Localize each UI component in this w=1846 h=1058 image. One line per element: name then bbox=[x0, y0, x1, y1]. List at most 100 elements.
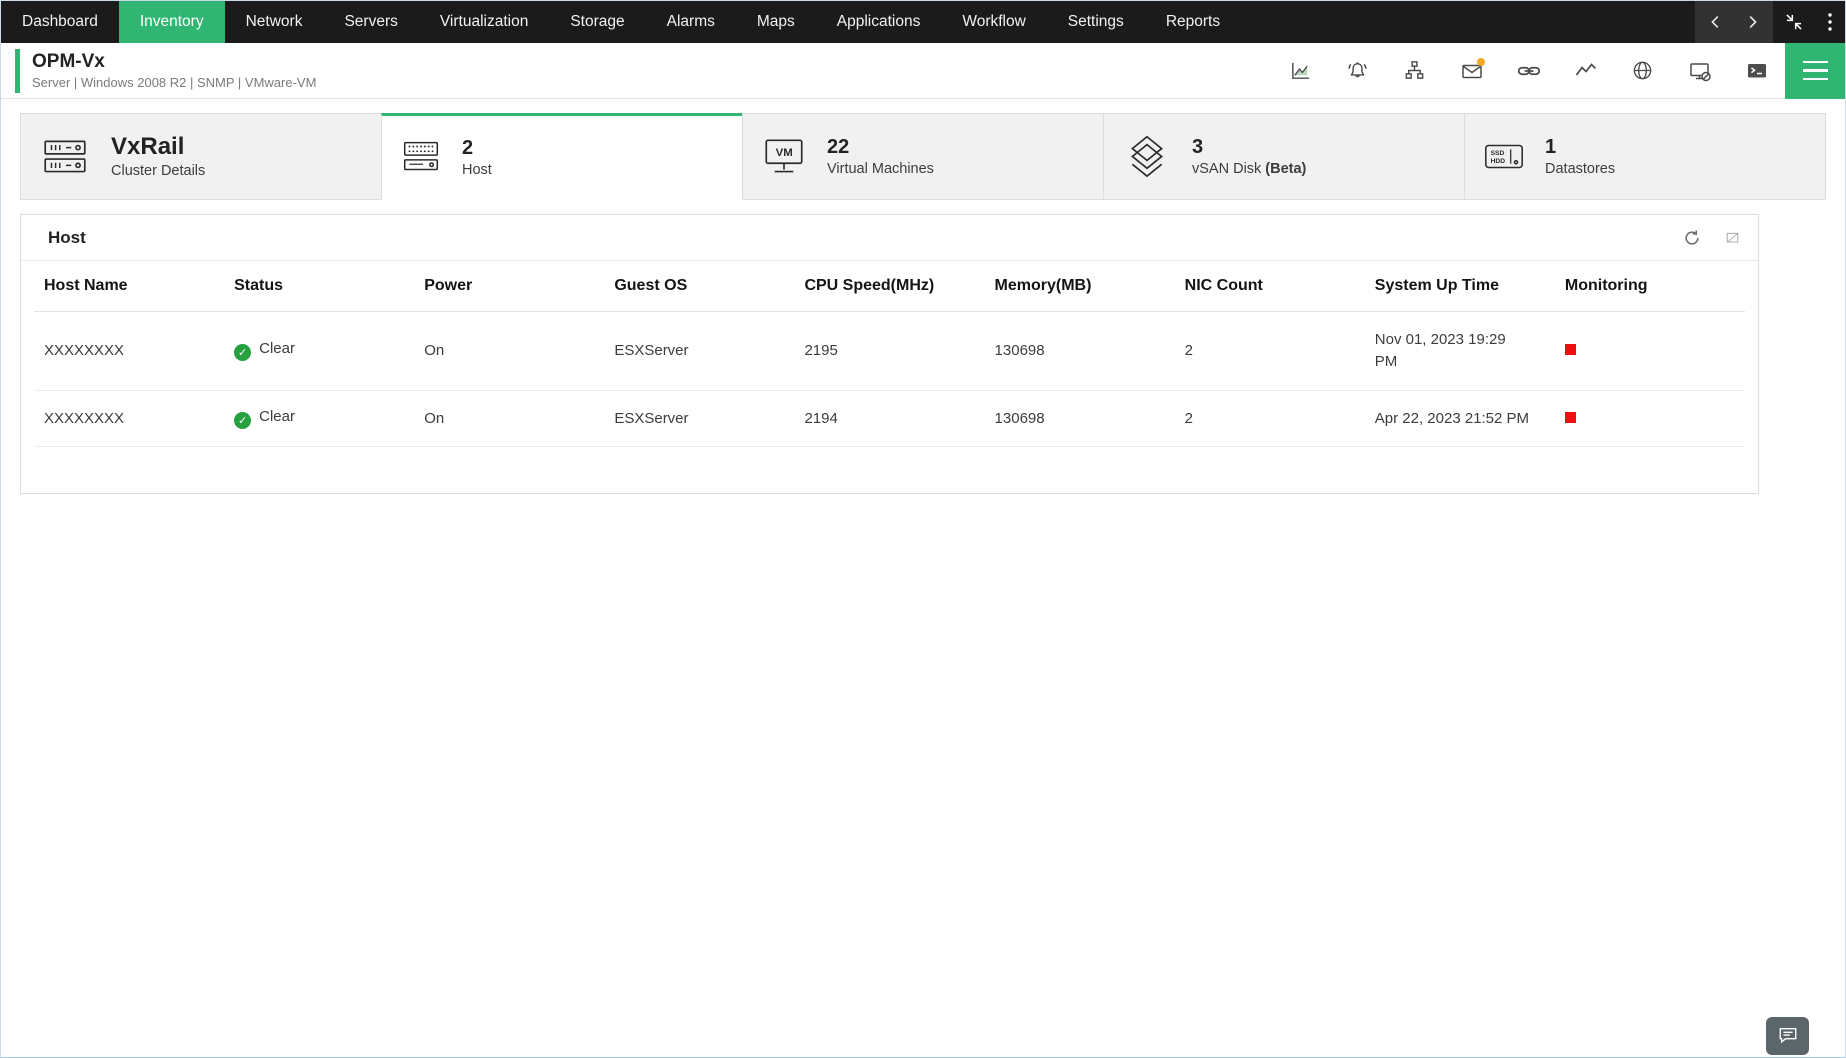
monitoring-alert-indicator bbox=[1565, 412, 1576, 423]
refresh-icon[interactable] bbox=[1683, 229, 1701, 247]
host-icon bbox=[398, 133, 444, 183]
status-cell: ✓Clear bbox=[224, 390, 414, 447]
sparkline-icon[interactable] bbox=[1557, 43, 1614, 99]
tab-label: Datastores bbox=[1545, 161, 1615, 177]
cpu-speed-cell: 2195 bbox=[794, 312, 984, 391]
nav-item-storage[interactable]: Storage bbox=[549, 1, 645, 43]
monitoring-cell bbox=[1555, 312, 1745, 391]
column-header-status: Status bbox=[224, 261, 414, 312]
tab-title: VxRail bbox=[111, 134, 205, 160]
nav-item-dashboard[interactable]: Dashboard bbox=[1, 1, 119, 43]
datastore-icon: SSD HDD bbox=[1481, 132, 1527, 182]
nav-item-reports[interactable]: Reports bbox=[1145, 1, 1241, 43]
status-clear-icon: ✓ bbox=[234, 344, 251, 361]
cluster-icon bbox=[37, 132, 93, 182]
monitor-disabled-icon[interactable] bbox=[1671, 43, 1728, 99]
back-chevron-icon[interactable] bbox=[1707, 13, 1725, 31]
column-header-nic-count: NIC Count bbox=[1175, 261, 1365, 312]
tab-vsan-disk[interactable]: 3 vSAN Disk(Beta) bbox=[1103, 113, 1465, 200]
system-up-time-cell: Apr 22, 2023 21:52 PM bbox=[1365, 390, 1555, 447]
vm-icon: VM bbox=[759, 132, 809, 182]
panel-actions bbox=[1683, 229, 1740, 247]
kebab-menu-icon[interactable] bbox=[1815, 1, 1845, 43]
host-name-cell: XXXXXXXX bbox=[34, 390, 224, 447]
menu-button[interactable] bbox=[1785, 43, 1845, 99]
monitoring-alert-indicator bbox=[1565, 344, 1576, 355]
tab-cluster-details[interactable]: VxRail Cluster Details bbox=[20, 113, 382, 200]
nav-item-applications[interactable]: Applications bbox=[816, 1, 942, 43]
status-cell: ✓Clear bbox=[224, 312, 414, 391]
host-name-cell: XXXXXXXX bbox=[34, 312, 224, 391]
table-row[interactable]: XXXXXXXX ✓Clear On ESXServer 2195 130698… bbox=[34, 312, 1745, 391]
svg-text:SSD: SSD bbox=[1491, 150, 1505, 157]
vsan-disk-icon bbox=[1120, 130, 1174, 184]
power-cell: On bbox=[414, 390, 604, 447]
column-header-guest-os: Guest OS bbox=[604, 261, 794, 312]
nav-item-servers[interactable]: Servers bbox=[323, 1, 418, 43]
device-header: OPM-Vx Server | Windows 2008 R2 | SNMP |… bbox=[1, 43, 1845, 99]
svg-text:VM: VM bbox=[776, 146, 793, 158]
column-header-monitoring: Monitoring bbox=[1555, 261, 1745, 312]
system-up-time-cell: Nov 01, 2023 19:29 PM bbox=[1365, 312, 1555, 391]
link-icon[interactable] bbox=[1500, 43, 1557, 99]
svg-text:HDD: HDD bbox=[1491, 157, 1506, 164]
tab-host[interactable]: 2 Host bbox=[381, 113, 743, 200]
tab-datastores[interactable]: SSD HDD 1 Datastores bbox=[1464, 113, 1826, 200]
mail-notification-dot bbox=[1477, 58, 1485, 66]
device-name: OPM-Vx bbox=[32, 51, 316, 73]
topology-icon[interactable] bbox=[1386, 43, 1443, 99]
nav-item-network[interactable]: Network bbox=[225, 1, 324, 43]
panel-title: Host bbox=[48, 228, 86, 248]
tab-label: Virtual Machines bbox=[827, 161, 934, 177]
column-header-memory: Memory(MB) bbox=[985, 261, 1175, 312]
nav-item-workflow[interactable]: Workflow bbox=[941, 1, 1046, 43]
nav-item-virtualization[interactable]: Virtualization bbox=[419, 1, 549, 43]
guest-os-cell: ESXServer bbox=[604, 312, 794, 391]
beta-badge: (Beta) bbox=[1265, 161, 1306, 177]
column-header-cpu-speed: CPU Speed(MHz) bbox=[794, 261, 984, 312]
tab-virtual-machines[interactable]: VM 22 Virtual Machines bbox=[742, 113, 1104, 200]
column-header-host-name: Host Name bbox=[34, 261, 224, 312]
hamburger-icon bbox=[1803, 61, 1828, 64]
mail-icon[interactable] bbox=[1443, 43, 1500, 99]
nav-item-alarms[interactable]: Alarms bbox=[646, 1, 736, 43]
tab-count: 1 bbox=[1545, 136, 1615, 158]
globe-icon[interactable] bbox=[1614, 43, 1671, 99]
tab-subtitle: Cluster Details bbox=[111, 163, 205, 179]
tab-count: 22 bbox=[827, 136, 934, 158]
feedback-chat-button[interactable] bbox=[1766, 1017, 1809, 1055]
tab-label: vSAN Disk(Beta) bbox=[1192, 161, 1306, 177]
nav-item-settings[interactable]: Settings bbox=[1047, 1, 1145, 43]
device-info: OPM-Vx Server | Windows 2008 R2 | SNMP |… bbox=[32, 51, 316, 90]
slashed-square-icon[interactable] bbox=[1725, 230, 1740, 245]
summary-tabs: VxRail Cluster Details 2 Host bbox=[20, 113, 1826, 200]
tab-count: 2 bbox=[462, 137, 492, 159]
top-nav: Dashboard Inventory Network Servers Virt… bbox=[1, 1, 1845, 43]
terminal-icon[interactable] bbox=[1728, 43, 1785, 99]
nav-item-inventory[interactable]: Inventory bbox=[119, 1, 225, 43]
tab-count: 3 bbox=[1192, 136, 1306, 158]
nav-controls bbox=[1695, 1, 1845, 43]
forward-chevron-icon[interactable] bbox=[1743, 13, 1761, 31]
accent-bar bbox=[15, 49, 20, 93]
collapse-icon[interactable] bbox=[1773, 1, 1815, 43]
status-clear-icon: ✓ bbox=[234, 412, 251, 429]
cpu-speed-cell: 2194 bbox=[794, 390, 984, 447]
memory-cell: 130698 bbox=[985, 312, 1175, 391]
nic-count-cell: 2 bbox=[1175, 390, 1365, 447]
table-row[interactable]: XXXXXXXX ✓Clear On ESXServer 2194 130698… bbox=[34, 390, 1745, 447]
device-meta: Server | Windows 2008 R2 | SNMP | VMware… bbox=[32, 75, 316, 90]
chat-bubble-icon bbox=[1777, 1026, 1799, 1046]
table-header-row: Host Name Status Power Guest OS CPU Spee… bbox=[34, 261, 1745, 312]
device-toolbar bbox=[1272, 43, 1845, 98]
nav-item-maps[interactable]: Maps bbox=[736, 1, 816, 43]
performance-chart-icon[interactable] bbox=[1272, 43, 1329, 99]
tab-label: Host bbox=[462, 162, 492, 178]
memory-cell: 130698 bbox=[985, 390, 1175, 447]
panel-header: Host bbox=[21, 215, 1758, 261]
column-header-power: Power bbox=[414, 261, 604, 312]
column-header-system-up-time: System Up Time bbox=[1365, 261, 1555, 312]
alarm-bell-icon[interactable] bbox=[1329, 43, 1386, 99]
host-panel: Host bbox=[20, 214, 1759, 494]
host-table: Host Name Status Power Guest OS CPU Spee… bbox=[21, 261, 1758, 447]
